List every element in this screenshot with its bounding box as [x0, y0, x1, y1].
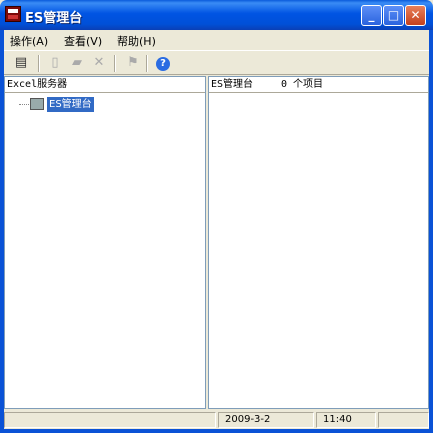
- tree-header: Excel服务器: [5, 77, 205, 93]
- detail-header: ES管理台 0 个项目: [209, 77, 428, 93]
- title-bar[interactable]: ES管理台 _ □ ✕: [0, 0, 433, 30]
- properties-icon[interactable]: ▯: [46, 54, 64, 72]
- toolbar-separator: [114, 55, 116, 72]
- flag-icon[interactable]: ⚑: [124, 54, 142, 72]
- delete-icon[interactable]: ✕: [90, 54, 108, 72]
- minimize-button[interactable]: _: [361, 5, 382, 26]
- status-bar: 2009-3-2 11:40: [4, 411, 429, 429]
- tree-connector: [19, 104, 29, 105]
- tree-pane[interactable]: Excel服务器 ES管理台: [4, 76, 206, 409]
- toolbar-separator: [146, 55, 148, 72]
- menu-action[interactable]: 操作(A): [10, 33, 48, 49]
- toolbar-separator: [38, 55, 40, 72]
- window-frame-bottom: [0, 429, 433, 433]
- menu-view[interactable]: 查看(V): [64, 33, 102, 49]
- menu-help[interactable]: 帮助(H): [117, 33, 156, 49]
- window-title: ES管理台: [25, 11, 83, 26]
- tree-item-label[interactable]: ES管理台: [47, 97, 94, 112]
- detail-pane[interactable]: ES管理台 0 个项目: [208, 76, 429, 409]
- window-frame-right: [429, 30, 433, 433]
- app-icon: [5, 6, 21, 22]
- close-button[interactable]: ✕: [405, 5, 426, 26]
- detail-title: ES管理台: [211, 79, 254, 90]
- console-icon: [30, 98, 44, 110]
- status-message: [4, 412, 216, 428]
- status-date: 2009-3-2: [218, 412, 314, 428]
- maximize-button[interactable]: □: [383, 5, 404, 26]
- status-time: 11:40: [316, 412, 376, 428]
- export-icon[interactable]: ▰: [68, 54, 86, 72]
- item-count: 0 个项目: [281, 79, 324, 90]
- help-icon[interactable]: ?: [154, 54, 172, 72]
- menu-bar: 操作(A) 查看(V) 帮助(H): [4, 30, 429, 49]
- status-extra: [378, 412, 429, 428]
- show-tree-icon[interactable]: ▤: [12, 54, 30, 72]
- toolbar: ▤ ▯ ▰ ✕ ⚑ ?: [4, 50, 429, 75]
